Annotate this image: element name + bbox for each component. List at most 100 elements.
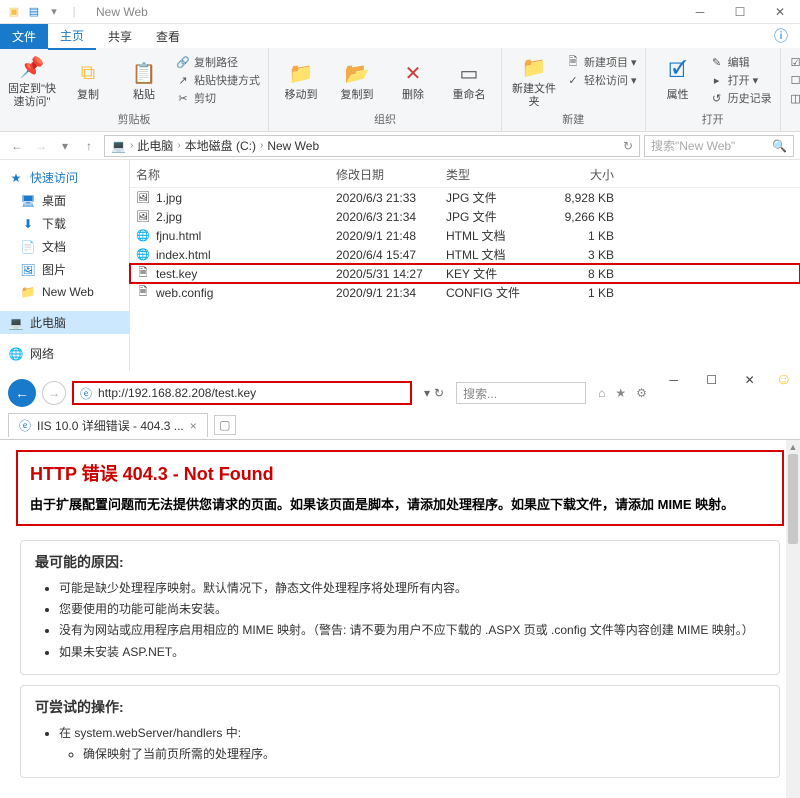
- ie-close-button[interactable]: ✕: [738, 373, 762, 387]
- home-icon[interactable]: ⌂: [598, 386, 605, 400]
- ie-window: ─ ☐ ✕ ☺ ← → ⓔ http://192.168.82.208/test…: [0, 375, 800, 798]
- search-icon: 🔍: [772, 139, 787, 153]
- history-button[interactable]: ↺历史记录: [710, 90, 772, 106]
- ie-maximize-button[interactable]: ☐: [700, 373, 724, 387]
- navigation-pane: ★快速访问 🖥桌面 ⬇下载 📄文档 🖼图片 📁New Web 💻此电脑 🌐网络: [0, 160, 130, 371]
- rename-icon: ▭: [455, 59, 483, 87]
- copy-path-button[interactable]: 🔗复制路径: [176, 54, 260, 70]
- file-icon: 🖼: [136, 210, 150, 224]
- invert-selection-button[interactable]: ◫反向选择: [789, 90, 800, 106]
- ie-tab[interactable]: ⓔ IIS 10.0 详细错误 - 404.3 ... ×: [8, 413, 208, 437]
- ie-back-button[interactable]: ←: [8, 379, 36, 407]
- pc-icon: 💻: [8, 315, 24, 331]
- tab-file[interactable]: 文件: [0, 24, 48, 49]
- new-folder-button[interactable]: 📁新建文件夹: [510, 52, 558, 109]
- forward-button[interactable]: →: [30, 135, 52, 157]
- ie-url-field[interactable]: ⓔ http://192.168.82.208/test.key: [72, 381, 412, 405]
- scroll-thumb[interactable]: [788, 454, 798, 544]
- tab-home[interactable]: 主页: [48, 23, 96, 50]
- file-row[interactable]: 🗎test.key2020/5/31 14:27KEY 文件8 KB: [130, 264, 800, 283]
- new-item-icon: 🗎: [566, 55, 580, 69]
- move-button[interactable]: 📁移动到: [277, 52, 325, 109]
- breadcrumb-item[interactable]: 此电脑: [137, 137, 173, 154]
- vertical-scrollbar[interactable]: ▲: [786, 440, 800, 798]
- properties-icon: 🗹: [664, 59, 692, 87]
- new-item-button[interactable]: 🗎新建项目 ▾: [566, 54, 637, 70]
- pc-icon: 💻: [111, 139, 126, 153]
- try-list: 在 system.webServer/handlers 中: 确保映射了当前页所…: [35, 724, 765, 764]
- copy-button[interactable]: ⧉ 复制: [64, 52, 112, 109]
- cut-button[interactable]: ✂剪切: [176, 90, 260, 106]
- dropdown-icon[interactable]: ▾: [46, 4, 62, 20]
- smiley-icon[interactable]: ☺: [776, 371, 792, 389]
- rename-button[interactable]: ▭重命名: [445, 52, 493, 109]
- tab-share[interactable]: 共享: [96, 24, 144, 49]
- breadcrumb-item[interactable]: New Web: [267, 139, 319, 153]
- refresh-icon[interactable]: ↻: [623, 139, 633, 153]
- select-none-button[interactable]: ☐全部取消: [789, 72, 800, 88]
- ie-refresh-button[interactable]: ↻: [434, 386, 444, 400]
- sidebar-documents[interactable]: 📄文档: [0, 235, 129, 258]
- tab-view[interactable]: 查看: [144, 24, 192, 49]
- close-button[interactable]: ✕: [760, 0, 800, 24]
- file-row[interactable]: 🖼2.jpg2020/6/3 21:34JPG 文件9,266 KB: [130, 207, 800, 226]
- ie-new-tab-button[interactable]: ▢: [214, 415, 236, 435]
- col-name[interactable]: 名称: [130, 166, 330, 183]
- ie-logo-icon: ⓔ: [80, 385, 92, 402]
- paste-shortcut-button[interactable]: ↗粘贴快捷方式: [176, 72, 260, 88]
- scroll-up-icon[interactable]: ▲: [786, 440, 800, 454]
- history-dropdown[interactable]: ▾: [54, 135, 76, 157]
- collapse-ribbon-icon[interactable]: ⓘ: [762, 26, 800, 46]
- col-type[interactable]: 类型: [440, 166, 540, 183]
- col-size[interactable]: 大小: [540, 166, 620, 183]
- file-row[interactable]: 🌐fjnu.html2020/9/1 21:48HTML 文档1 KB: [130, 226, 800, 245]
- ie-tab-close-icon[interactable]: ×: [190, 419, 197, 433]
- file-name: index.html: [156, 248, 211, 262]
- column-headers: 名称 修改日期 类型 大小: [130, 160, 800, 188]
- minimize-button[interactable]: ─: [680, 0, 720, 24]
- causes-list: 可能是缺少处理程序映射。默认情况下，静态文件处理程序将处理所有内容。您要使用的功…: [35, 579, 765, 662]
- back-button[interactable]: ←: [6, 135, 28, 157]
- copy-to-button[interactable]: 📂复制到: [333, 52, 381, 109]
- breadcrumb-bar[interactable]: 💻 › 此电脑 › 本地磁盘 (C:) › New Web ↻: [104, 135, 640, 157]
- properties-button[interactable]: 🗹属性: [654, 52, 702, 109]
- sidebar-desktop[interactable]: 🖥桌面: [0, 189, 129, 212]
- col-date[interactable]: 修改日期: [330, 166, 440, 183]
- cut-icon: ✂: [176, 91, 190, 105]
- file-icon: 🗎: [136, 267, 150, 281]
- paste-button[interactable]: 📋 粘贴: [120, 52, 168, 109]
- ribbon-group-organize: 📁移动到 📂复制到 ✕删除 ▭重命名 组织: [269, 48, 502, 131]
- maximize-button[interactable]: ☐: [720, 0, 760, 24]
- up-button[interactable]: ↑: [78, 135, 100, 157]
- gear-icon[interactable]: ⚙: [636, 386, 647, 400]
- edit-button[interactable]: ✎编辑: [710, 54, 772, 70]
- file-date: 2020/6/3 21:33: [330, 191, 440, 205]
- delete-button[interactable]: ✕删除: [389, 52, 437, 109]
- pc-icon[interactable]: ▤: [26, 4, 42, 20]
- sidebar-quick-access[interactable]: ★快速访问: [0, 166, 129, 189]
- search-input[interactable]: 搜索"New Web" 🔍: [644, 135, 794, 157]
- favorites-icon[interactable]: ★: [615, 386, 626, 400]
- pin-button[interactable]: 📌 固定到"快速访问": [8, 52, 56, 109]
- sidebar-pictures[interactable]: 🖼图片: [0, 258, 129, 281]
- open-button[interactable]: ▸打开 ▾: [710, 72, 772, 88]
- sidebar-this-pc[interactable]: 💻此电脑: [0, 311, 129, 334]
- file-row[interactable]: 🗎web.config2020/9/1 21:34CONFIG 文件1 KB: [130, 283, 800, 302]
- file-row[interactable]: 🖼1.jpg2020/6/3 21:33JPG 文件8,928 KB: [130, 188, 800, 207]
- easy-access-button[interactable]: ✓轻松访问 ▾: [566, 72, 637, 88]
- folder-icon[interactable]: ▣: [6, 4, 22, 20]
- separator: |: [66, 4, 82, 20]
- select-all-icon: ☑: [789, 55, 800, 69]
- ie-minimize-button[interactable]: ─: [662, 373, 686, 387]
- sidebar-newweb[interactable]: 📁New Web: [0, 281, 129, 303]
- file-row[interactable]: 🌐index.html2020/6/4 15:47HTML 文档3 KB: [130, 245, 800, 264]
- select-all-button[interactable]: ☑全部选择: [789, 54, 800, 70]
- ie-forward-button[interactable]: →: [42, 381, 66, 405]
- go-dropdown[interactable]: ▾: [424, 386, 430, 400]
- sidebar-downloads[interactable]: ⬇下载: [0, 212, 129, 235]
- breadcrumb-item[interactable]: 本地磁盘 (C:): [185, 137, 256, 154]
- sidebar-network[interactable]: 🌐网络: [0, 342, 129, 365]
- pictures-icon: 🖼: [20, 262, 36, 278]
- window-title: New Web: [88, 5, 148, 19]
- ie-search-input[interactable]: 搜索...: [456, 382, 586, 404]
